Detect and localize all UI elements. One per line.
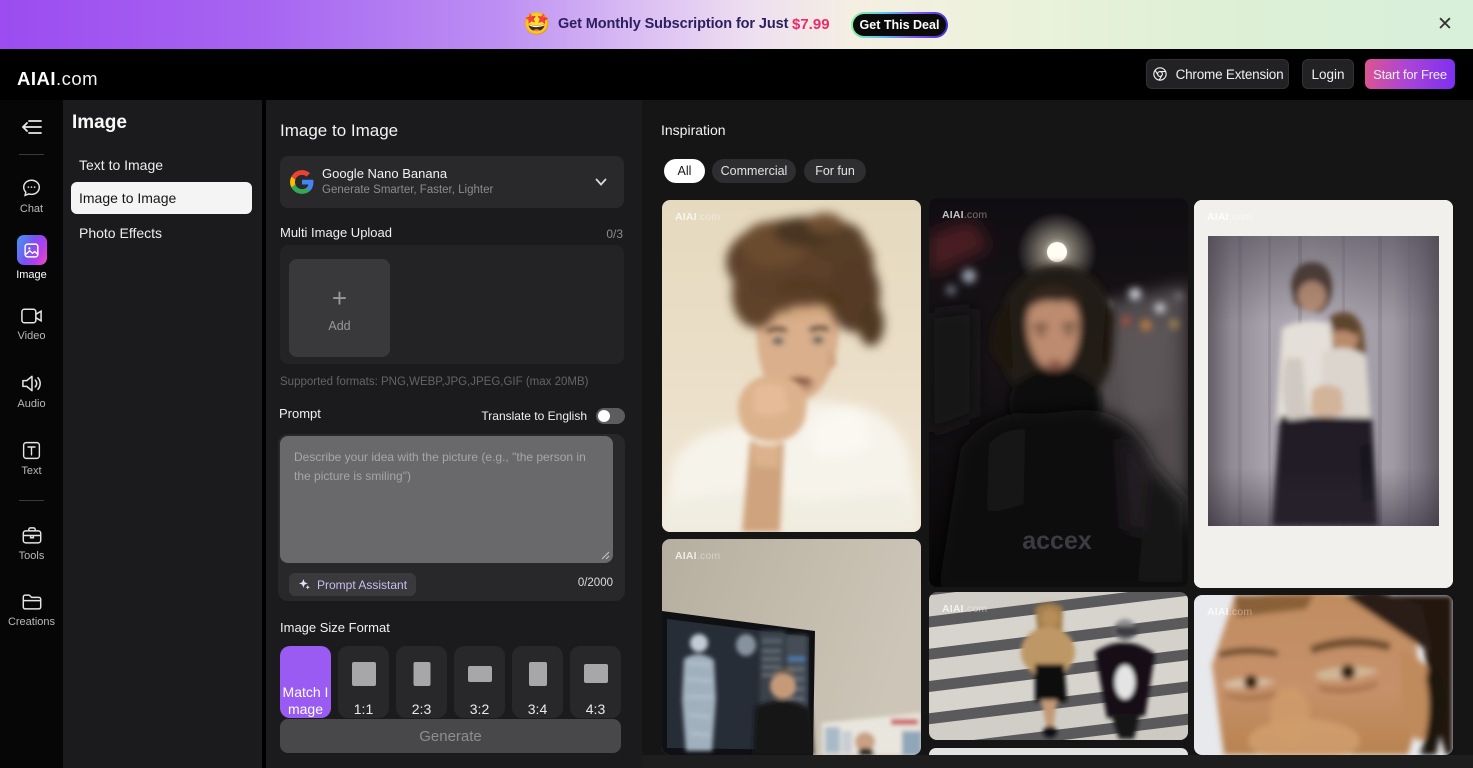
svg-text:accex: accex xyxy=(1022,527,1092,555)
